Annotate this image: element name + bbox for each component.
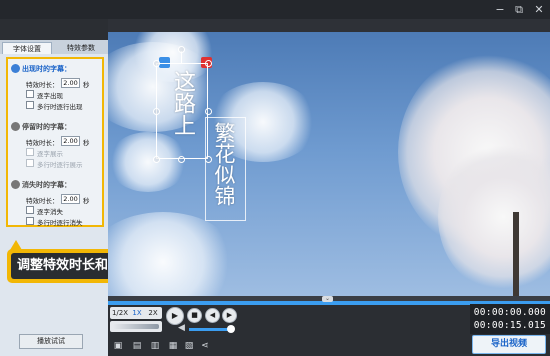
disappear-line-label: 多行时逐行消失 bbox=[37, 219, 83, 227]
volume-knob[interactable] bbox=[226, 325, 235, 333]
stop-button[interactable]: ■ bbox=[187, 308, 202, 323]
speed-half[interactable]: 1/2X bbox=[111, 307, 129, 319]
restore-button[interactable]: ⧉ bbox=[512, 3, 526, 16]
volume-fill bbox=[189, 328, 231, 331]
stay-duration-label: 特效时长： bbox=[26, 139, 59, 147]
subtitle-line-1: 这路上 bbox=[170, 70, 195, 136]
speed-2x[interactable]: 2X bbox=[145, 307, 161, 319]
save-icon[interactable]: ▦ bbox=[168, 341, 178, 351]
disappear-duration-input[interactable]: 2.00 bbox=[61, 194, 80, 204]
tab-effect-params[interactable]: 特效参数 bbox=[55, 42, 107, 54]
effect-settings-box: 出现时的字幕： 特效时长： 2.00 秒 逐字出现 多行时逐行出现 停留时的字幕… bbox=[6, 57, 104, 227]
appear-icon bbox=[11, 64, 20, 73]
tree-trunk bbox=[513, 212, 519, 296]
speed-selector: 1/2X 1X 2X bbox=[110, 307, 162, 319]
resize-handle[interactable] bbox=[153, 108, 160, 115]
crop-icon[interactable]: ▧ bbox=[184, 341, 194, 351]
resize-handle[interactable] bbox=[205, 60, 212, 67]
appear-duration-unit: 秒 bbox=[83, 81, 90, 89]
screenshot-icon[interactable]: ▣ bbox=[113, 341, 123, 351]
next-frame-button[interactable]: ▶ bbox=[222, 308, 237, 323]
preview-button[interactable]: 播放试试 bbox=[19, 334, 83, 349]
open-folder-icon[interactable]: ▥ bbox=[150, 341, 160, 351]
resize-handle[interactable] bbox=[205, 108, 212, 115]
panel-header-strip bbox=[0, 19, 108, 40]
time-display: 00:00:00.000 00:00:15.015 bbox=[470, 304, 550, 334]
rotate-handle[interactable] bbox=[178, 46, 185, 53]
appear-section-title: 出现时的字幕： bbox=[22, 65, 71, 73]
stay-duration-input[interactable]: 2.00 bbox=[61, 136, 80, 146]
appear-duration-label: 特效时长： bbox=[26, 81, 59, 89]
share-icon[interactable]: ⋖ bbox=[200, 341, 210, 351]
title-bar: − ⧉ ✕ bbox=[0, 0, 550, 19]
appear-char-label: 逐字出现 bbox=[37, 92, 63, 100]
stay-icon bbox=[11, 122, 20, 131]
cloud bbox=[108, 212, 238, 296]
disappear-duration-unit: 秒 bbox=[83, 197, 90, 205]
seek-slider[interactable] bbox=[110, 321, 162, 332]
prev-frame-button[interactable]: ◀ bbox=[205, 308, 220, 323]
disappear-char-checkbox[interactable] bbox=[26, 206, 34, 214]
current-time: 00:00:00.000 bbox=[473, 307, 546, 318]
preview-top-strip bbox=[108, 19, 550, 32]
disappear-icon bbox=[11, 180, 20, 189]
speed-1x[interactable]: 1X bbox=[130, 307, 144, 319]
disappear-char-label: 逐字消失 bbox=[37, 208, 63, 216]
stay-section-title: 停留时的字幕： bbox=[22, 123, 71, 131]
folder-icon[interactable]: ▤ bbox=[132, 341, 142, 351]
stay-char-label: 逐字展示 bbox=[37, 150, 63, 158]
seek-slider-fill bbox=[113, 324, 159, 329]
disappear-section-title: 消失时的字幕： bbox=[22, 181, 71, 189]
stay-duration-unit: 秒 bbox=[83, 139, 90, 147]
resize-handle[interactable] bbox=[153, 156, 160, 163]
appear-char-checkbox[interactable] bbox=[26, 90, 34, 98]
resize-handle[interactable] bbox=[178, 156, 185, 163]
stay-char-checkbox[interactable] bbox=[26, 148, 34, 156]
tab-font-settings[interactable]: 字体设置 bbox=[2, 42, 52, 54]
blossom-tree bbox=[438, 142, 550, 292]
collapse-toggle[interactable]: ⌄ bbox=[322, 296, 333, 302]
export-button[interactable]: 导出视频 bbox=[472, 335, 546, 354]
subtitle-line-2: 繁花似锦 bbox=[212, 122, 236, 206]
stay-line-checkbox[interactable] bbox=[26, 159, 34, 167]
resize-handle[interactable] bbox=[153, 60, 160, 67]
stay-line-label: 多行时逐行展示 bbox=[37, 161, 83, 169]
minimize-button[interactable]: − bbox=[493, 3, 507, 16]
disappear-duration-label: 特效时长： bbox=[26, 197, 59, 205]
disappear-line-checkbox[interactable] bbox=[26, 217, 34, 225]
settings-tabs: 字体设置 特效参数 bbox=[0, 40, 108, 54]
appear-line-label: 多行时逐行出现 bbox=[37, 103, 83, 111]
appear-duration-input[interactable]: 2.00 bbox=[61, 78, 80, 88]
appear-line-checkbox[interactable] bbox=[26, 101, 34, 109]
total-time: 00:00:15.015 bbox=[473, 320, 546, 331]
close-button[interactable]: ✕ bbox=[532, 3, 546, 16]
volume-icon[interactable]: ◀ bbox=[178, 323, 185, 333]
